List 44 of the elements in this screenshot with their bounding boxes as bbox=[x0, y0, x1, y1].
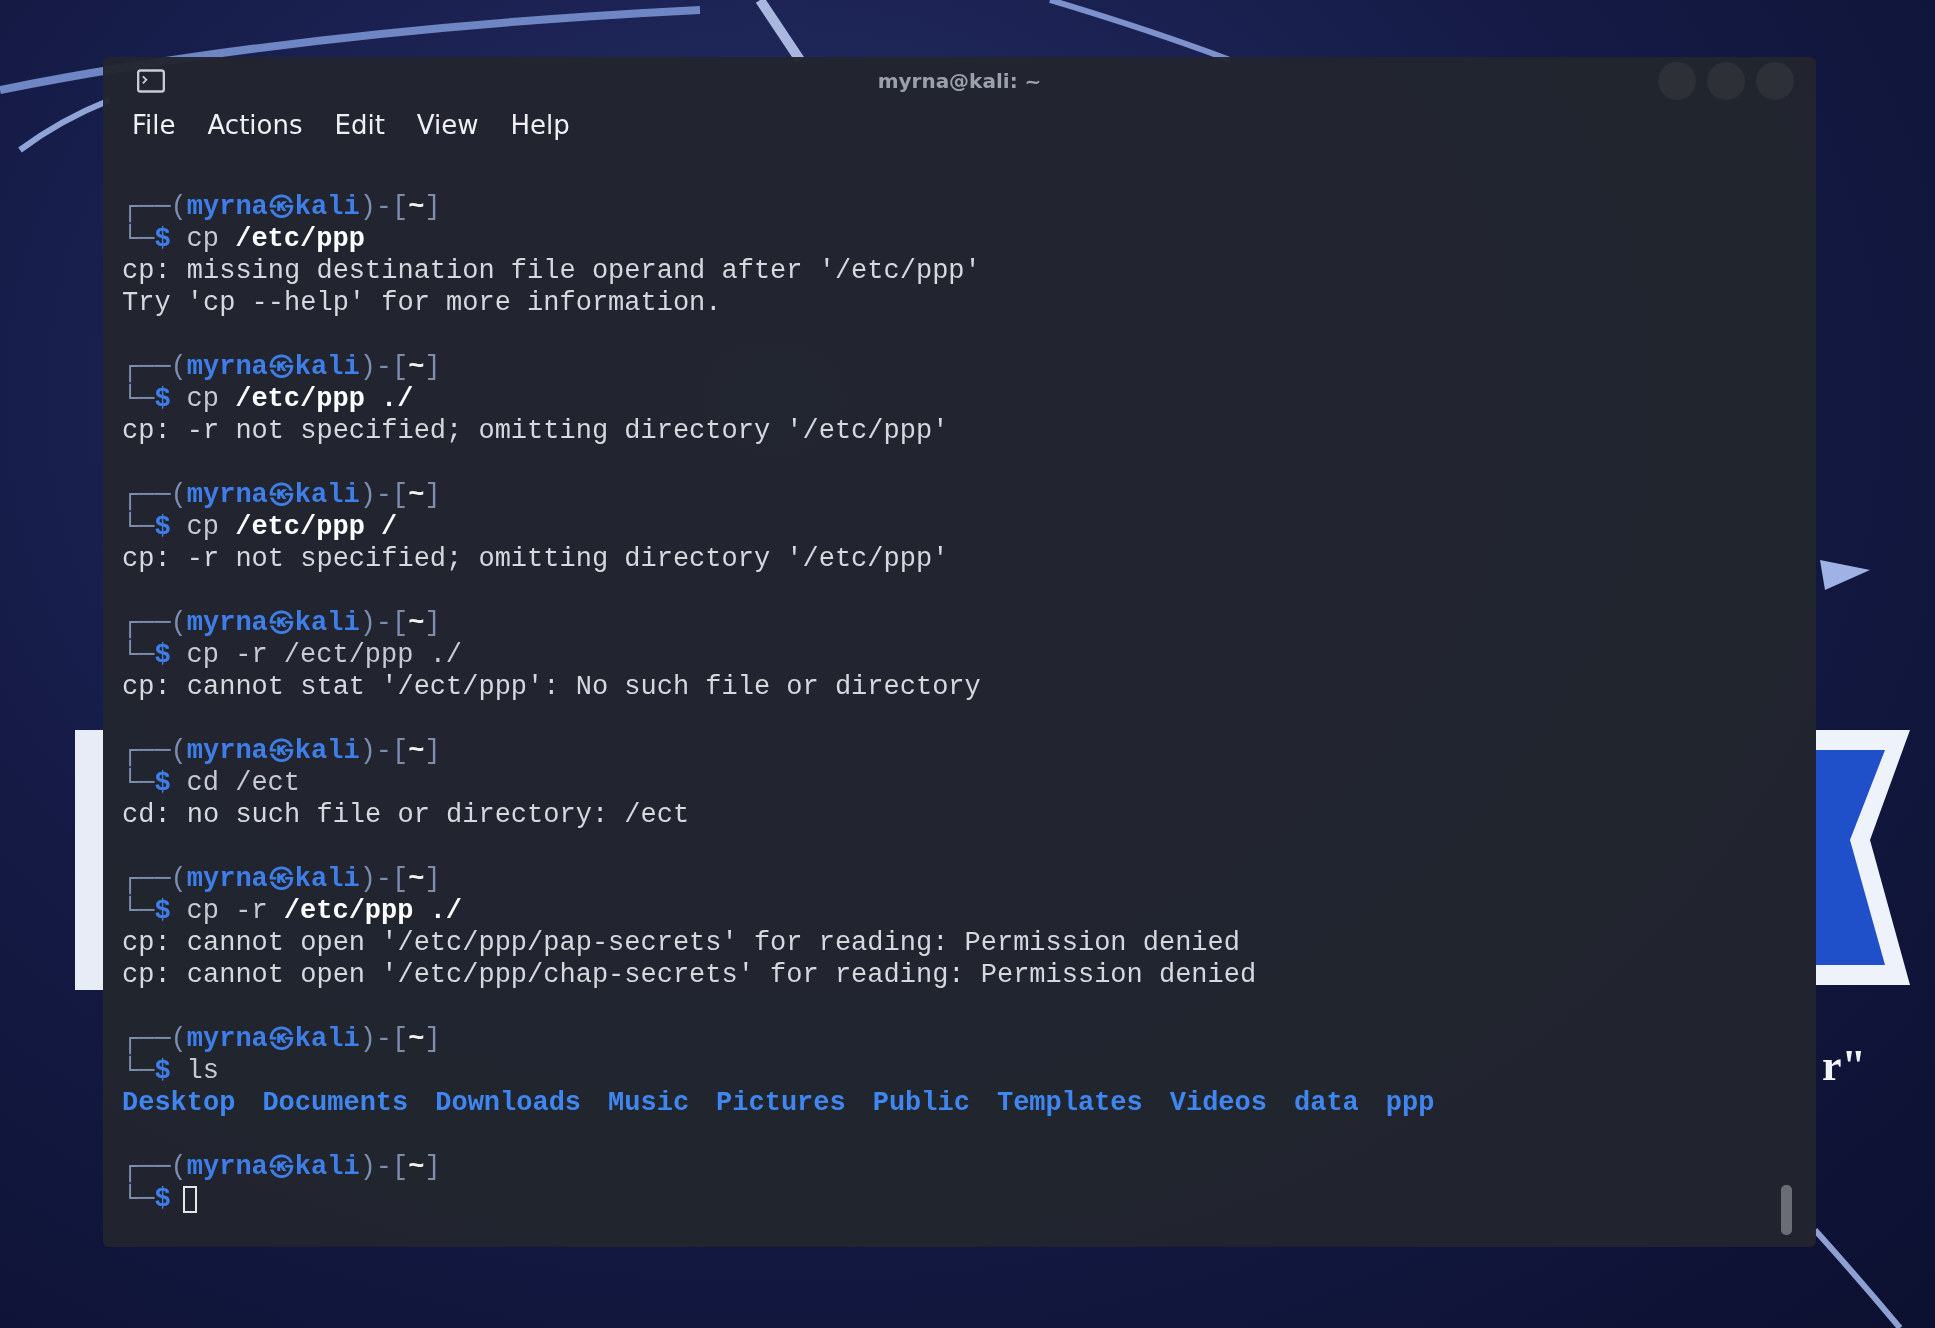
window-title: myrna@kali: ~ bbox=[877, 69, 1042, 93]
output-line: cp: missing destination file operand after '/etc/ppp' bbox=[122, 255, 981, 287]
command-line: └─$ cp -r /etc/ppp ./ bbox=[122, 895, 463, 927]
wallpaper-tagline: r" bbox=[1822, 1040, 1866, 1091]
directory-entry: Pictures bbox=[716, 1087, 846, 1119]
prompt-line: ┌──(myrna㉿kali)-[~] bbox=[122, 191, 441, 223]
output-line: cp: cannot open '/etc/ppp/pap-secrets' for reading: Permission denied bbox=[122, 927, 1240, 959]
output-line: cp: cannot open '/etc/ppp/chap-secrets' for reading: Permission denied bbox=[122, 959, 1257, 991]
output-line: Try 'cp --help' for more information. bbox=[122, 287, 722, 319]
directory-entry: data bbox=[1294, 1087, 1359, 1119]
prompt-line: ┌──(myrna㉿kali)-[~] bbox=[122, 351, 441, 383]
output-line: cp: cannot stat '/ect/ppp': No such file or directory bbox=[122, 671, 981, 703]
command-line: └─$ cp /etc/ppp / bbox=[122, 511, 398, 543]
prompt-line: ┌──(myrna㉿kali)-[~] bbox=[122, 607, 441, 639]
menu-item[interactable]: Edit bbox=[334, 110, 385, 140]
scrollbar-thumb[interactable] bbox=[1781, 1185, 1792, 1235]
prompt-line: ┌──(myrna㉿kali)-[~] bbox=[122, 1151, 441, 1183]
command-line: └─$ cd /ect bbox=[122, 767, 301, 799]
output-line: cp: -r not specified; omitting directory '/etc/ppp' bbox=[122, 415, 949, 447]
prompt-line: ┌──(myrna㉿kali)-[~] bbox=[122, 735, 441, 767]
directory-entry: Downloads bbox=[435, 1087, 582, 1119]
prompt-line: ┌──(myrna㉿kali)-[~] bbox=[122, 1023, 441, 1055]
directory-entry: Music bbox=[608, 1087, 690, 1119]
directory-entry: Documents bbox=[262, 1087, 409, 1119]
command-line: └─$ bbox=[122, 1183, 171, 1215]
menu-item[interactable]: View bbox=[416, 110, 479, 140]
directory-entry: Desktop bbox=[122, 1087, 236, 1119]
directory-entry: Public bbox=[872, 1087, 970, 1119]
command-line: └─$ ls bbox=[122, 1055, 219, 1087]
command-line: └─$ cp /etc/ppp bbox=[122, 223, 365, 255]
menu-item[interactable]: Actions bbox=[207, 110, 303, 140]
prompt-line: ┌──(myrna㉿kali)-[~] bbox=[122, 479, 441, 511]
command-line: └─$ cp /etc/ppp ./ bbox=[122, 383, 414, 415]
directory-entry: ppp bbox=[1385, 1087, 1435, 1119]
command-line: └─$ cp -r /ect/ppp ./ bbox=[122, 639, 463, 671]
output-line: cp: -r not specified; omitting directory '/etc/ppp' bbox=[122, 543, 949, 575]
prompt-line: ┌──(myrna㉿kali)-[~] bbox=[122, 863, 441, 895]
output-line: cd: no such file or directory: /ect bbox=[122, 799, 690, 831]
menu-item[interactable]: File bbox=[132, 110, 176, 140]
terminal-icon bbox=[137, 69, 165, 93]
menu-item[interactable]: Help bbox=[510, 110, 570, 140]
directory-entry: Templates bbox=[996, 1087, 1143, 1119]
wallpaper-triangle-drawing bbox=[1820, 560, 1870, 590]
directory-entry: Videos bbox=[1169, 1087, 1267, 1119]
